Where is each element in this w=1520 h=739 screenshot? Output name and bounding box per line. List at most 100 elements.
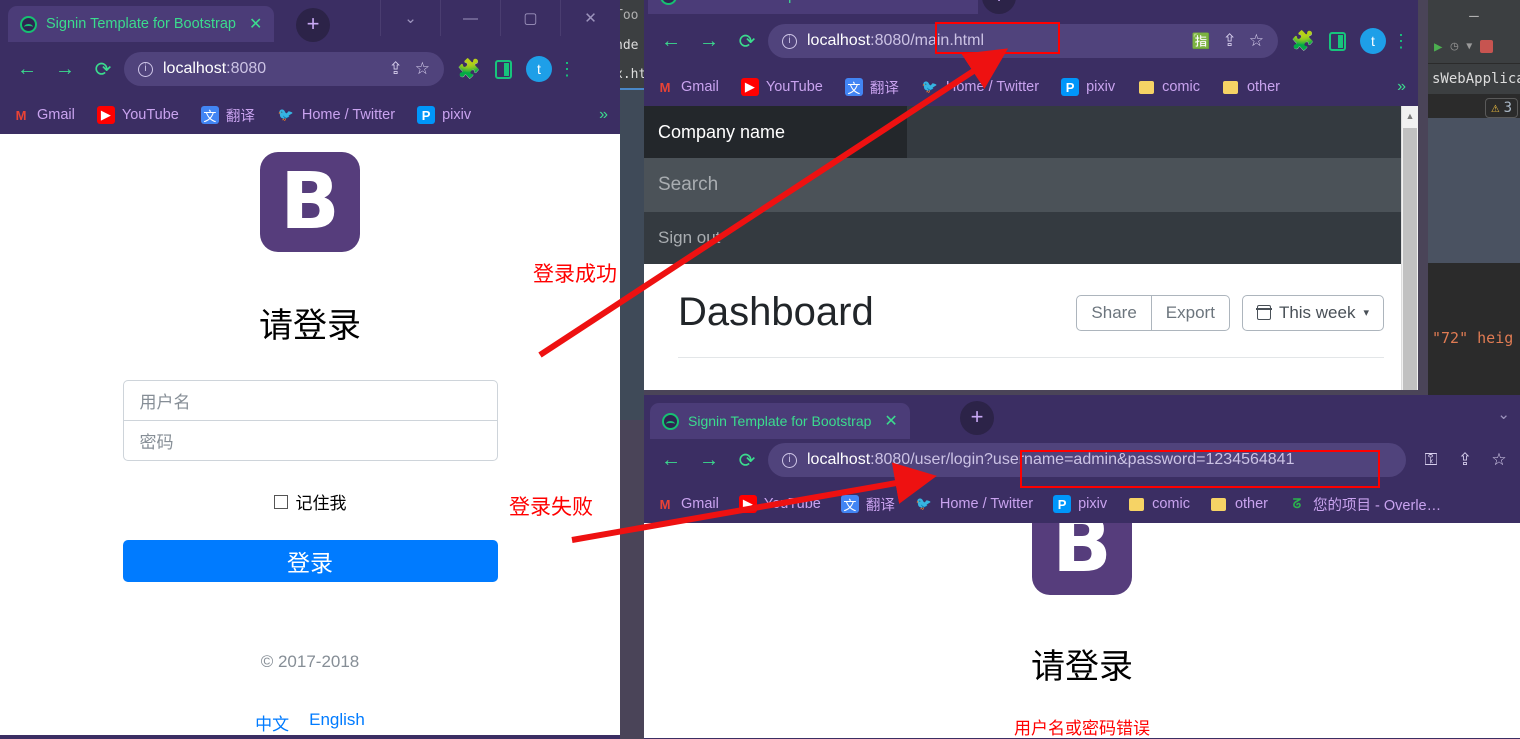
bookmark-other[interactable]: other <box>1222 78 1280 96</box>
forward-icon[interactable]: → <box>692 443 726 477</box>
profile-avatar[interactable]: t <box>1360 28 1386 54</box>
failure-toolbar[interactable]: ← → ⟳ i localhost:8080/user/login?userna… <box>644 435 1520 485</box>
back-icon[interactable]: ← <box>654 24 688 58</box>
key-icon[interactable]: ⚿ <box>1420 449 1442 471</box>
reload-icon[interactable]: ⟳ <box>86 52 120 86</box>
extensions-puzzle-icon[interactable]: 🧩 <box>1291 30 1315 52</box>
failure-bookmarks-bar[interactable]: M Gmail ▶ YouTube 文翻译 🐦 Home / Twitter Ppix… <box>644 485 1520 523</box>
bookmark-pixiv[interactable]: Ppixiv <box>1053 495 1107 513</box>
signin-failure-browser-window[interactable]: Signin Template for Bootstrap ✕ + ⌄ ← → … <box>644 395 1520 739</box>
ide-minimize-icon[interactable]: — <box>1469 6 1479 25</box>
translate-icon[interactable]: 🈯 <box>1192 32 1211 50</box>
background-ide-right-window[interactable]: — ▶ ◷ ▼ sWebApplica ⚠ 3 "72" heig sign i… <box>1428 0 1520 420</box>
sign-out-link[interactable]: Sign out <box>644 212 1418 264</box>
signin-toolbar[interactable]: ← → ⟳ i localhost:8080 ⇪ ☆ 🧩 t ⋮ <box>0 42 620 96</box>
tab-search-chevron-icon[interactable]: ⌄ <box>1497 405 1510 423</box>
side-panel-icon[interactable] <box>1326 30 1348 52</box>
site-info-icon[interactable]: i <box>782 33 797 49</box>
username-input[interactable]: 用户名 <box>122 380 498 421</box>
bookmark-youtube[interactable]: ▶ YouTube <box>96 106 179 124</box>
failure-address-bar[interactable]: i localhost:8080/user/login?username=adm… <box>768 443 1406 477</box>
tab-close-icon[interactable]: ✕ <box>884 411 897 431</box>
tab-close-icon[interactable]: ✕ <box>249 14 262 34</box>
extensions-puzzle-icon[interactable]: 🧩 <box>457 58 481 80</box>
dashboard-address-bar[interactable]: i localhost:8080/main.html 🈯 ⇪ ☆ <box>768 24 1278 58</box>
close-button[interactable]: ✕ <box>560 0 620 36</box>
bookmark-translate[interactable]: 文翻译 <box>844 77 899 98</box>
side-panel-icon[interactable] <box>492 58 514 80</box>
bookmark-youtube[interactable]: ▶ YouTube <box>740 78 823 96</box>
signin-tabstrip[interactable]: Signin Template for Bootstrap ✕ + ⌄ — ▢ … <box>0 0 620 42</box>
dashboard-toolbar[interactable]: ← → ⟳ i localhost:8080/main.html 🈯 ⇪ ☆ 🧩… <box>644 14 1418 68</box>
bookmark-gmail[interactable]: M Gmail <box>12 106 75 124</box>
stop-icon[interactable] <box>1480 40 1494 53</box>
company-name-brand[interactable]: Company name <box>644 106 907 158</box>
bookmark-youtube[interactable]: ▶ YouTube <box>738 495 821 513</box>
password-input[interactable]: 密码 <box>122 420 498 462</box>
browser-menu-icon[interactable]: ⋮ <box>1392 30 1410 52</box>
failure-toolbar-icons[interactable]: ⚿ ⇪ ☆ <box>1410 449 1510 471</box>
bookmark-pixiv[interactable]: Ppixiv <box>1061 78 1115 96</box>
profile-avatar[interactable]: t <box>526 56 552 82</box>
lang-english-link[interactable]: English <box>309 710 365 735</box>
bookmark-translate[interactable]: 文翻译 <box>200 105 255 126</box>
signin-browser-window[interactable]: Signin Template for Bootstrap ✕ + ⌄ — ▢ … <box>0 0 620 739</box>
dashboard-actions[interactable]: Share Export This week ▾ <box>1076 294 1384 331</box>
browser-menu-icon[interactable]: ⋮ <box>558 58 576 80</box>
signin-omnibox-icons[interactable]: ⇪ ☆ <box>389 59 431 79</box>
bookmark-comic[interactable]: comic <box>1137 78 1200 96</box>
share-icon[interactable]: ⇪ <box>1223 31 1237 51</box>
failure-tab[interactable]: Signin Template for Bootstrap ✕ <box>650 403 910 439</box>
bookmark-star-icon[interactable]: ☆ <box>1249 31 1264 51</box>
share-icon[interactable]: ⇪ <box>389 59 403 79</box>
scroll-up-arrow-icon[interactable]: ▲ <box>1402 106 1418 126</box>
back-icon[interactable]: ← <box>654 443 688 477</box>
dashboard-bookmarks-bar[interactable]: M Gmail ▶ YouTube 文翻译 🐦 Home / Twitter Ppix… <box>644 68 1418 106</box>
remember-me-row[interactable]: 记住我 <box>273 489 347 514</box>
signin-new-tab-button[interactable]: + <box>296 8 330 42</box>
dashboard-search-input[interactable]: Search <box>644 158 1418 212</box>
dashboard-toolbar-icons[interactable]: 🧩 t ⋮ <box>1282 28 1410 54</box>
ide-run-config-label[interactable]: sWebApplica <box>1428 64 1520 94</box>
bookmark-star-icon[interactable]: ☆ <box>415 59 430 79</box>
minimize-button[interactable]: — <box>440 0 500 36</box>
dashboard-navbar[interactable]: Company name <box>644 106 1418 158</box>
bookmark-pixiv[interactable]: Ppixiv <box>417 106 471 124</box>
share-icon[interactable]: ⇪ <box>1454 449 1476 471</box>
maximize-button[interactable]: ▢ <box>500 0 560 36</box>
language-switcher[interactable]: 中文 English <box>255 710 365 735</box>
bookmark-gmail[interactable]: M Gmail <box>656 495 719 513</box>
bookmark-other[interactable]: other <box>1210 495 1268 513</box>
run-icon[interactable]: ▶ <box>1434 39 1442 55</box>
bookmark-comic[interactable]: comic <box>1127 495 1190 513</box>
bookmark-twitter[interactable]: 🐦 Home / Twitter <box>915 495 1033 513</box>
signin-tab[interactable]: Signin Template for Bootstrap ✕ <box>8 6 275 42</box>
login-button[interactable]: 登录 <box>122 540 498 582</box>
forward-icon[interactable]: → <box>692 24 726 58</box>
chevron-down-icon[interactable]: ▼ <box>1466 41 1472 52</box>
bookmark-gmail[interactable]: M Gmail <box>656 78 719 96</box>
reload-icon[interactable]: ⟳ <box>730 443 764 477</box>
bookmarks-overflow-icon[interactable]: » <box>1397 78 1406 96</box>
site-info-icon[interactable]: i <box>138 61 153 77</box>
forward-icon[interactable]: → <box>48 52 82 86</box>
scrollbar-thumb[interactable] <box>1403 128 1417 390</box>
failure-tabstrip[interactable]: Signin Template for Bootstrap ✕ + ⌄ <box>644 395 1520 439</box>
dashboard-tabstrip[interactable]: Dashboard Template for Boot… + <box>644 0 1418 14</box>
bookmark-twitter[interactable]: 🐦 Home / Twitter <box>277 106 395 124</box>
debug-icon[interactable]: ◷ <box>1450 39 1458 54</box>
dashboard-omnibox-icons[interactable]: 🈯 ⇪ ☆ <box>1192 31 1264 51</box>
lang-chinese-link[interactable]: 中文 <box>255 710 289 735</box>
bookmark-twitter[interactable]: 🐦 Home / Twitter <box>921 78 1039 96</box>
signin-toolbar-icons[interactable]: 🧩 t ⋮ <box>448 56 576 82</box>
tab-search-chevron-icon[interactable]: ⌄ <box>380 0 440 36</box>
reload-icon[interactable]: ⟳ <box>730 24 764 58</box>
bookmark-star-icon[interactable]: ☆ <box>1488 449 1510 471</box>
share-button[interactable]: Share <box>1076 294 1152 331</box>
remember-me-checkbox[interactable] <box>273 494 288 509</box>
ide-editor-blank[interactable] <box>1428 118 1520 263</box>
signin-address-bar[interactable]: i localhost:8080 ⇪ ☆ <box>124 52 444 86</box>
bookmark-overleaf[interactable]: ᘔ 您的项目 - Overle… <box>1288 494 1441 515</box>
dashboard-browser-window[interactable]: Dashboard Template for Boot… + ← → ⟳ i l… <box>644 0 1418 390</box>
window-controls[interactable]: ⌄ — ▢ ✕ <box>380 0 620 36</box>
